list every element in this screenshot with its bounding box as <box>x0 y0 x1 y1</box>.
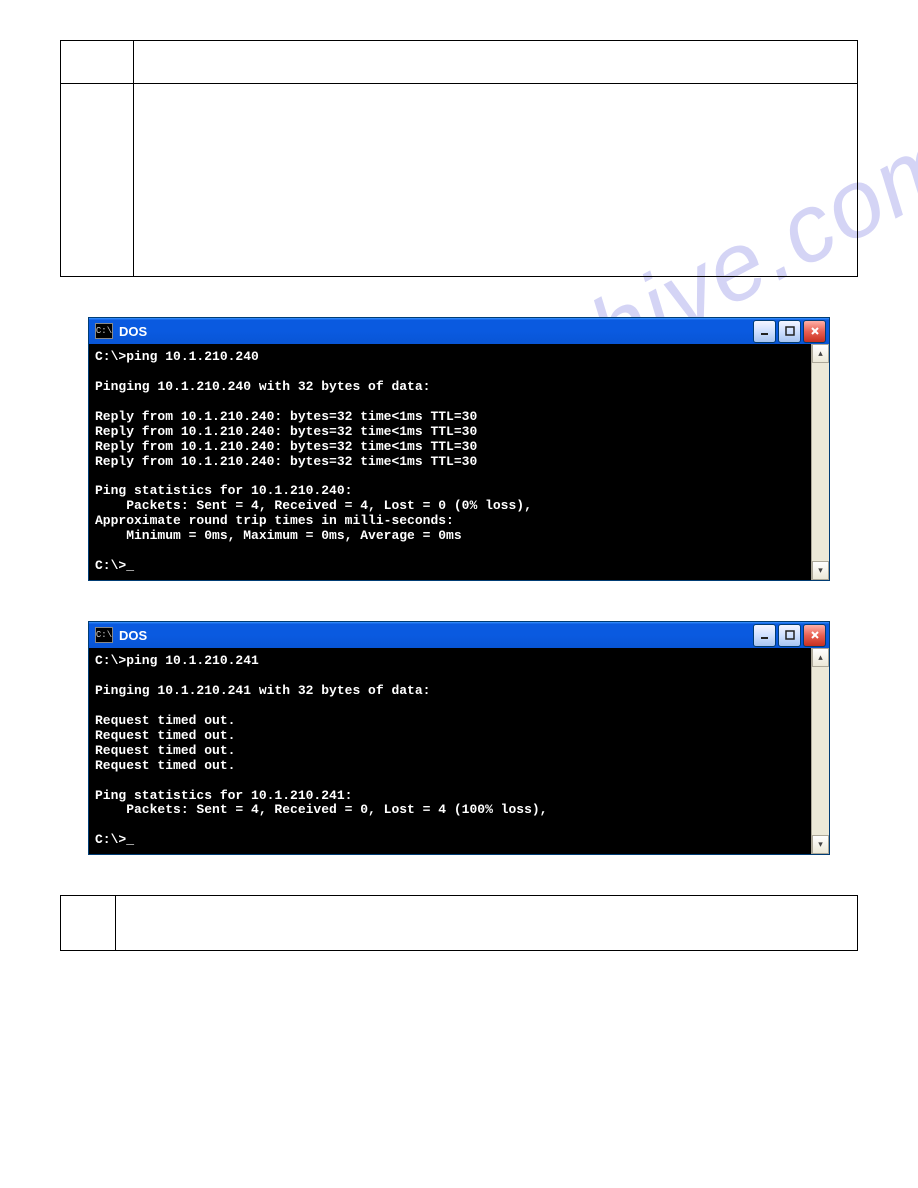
window-title: DOS <box>119 628 147 643</box>
close-button[interactable] <box>803 624 826 647</box>
cmd-icon: C:\ <box>95 323 113 339</box>
scroll-up-button[interactable]: ▴ <box>812 648 829 667</box>
minimize-button[interactable] <box>753 624 776 647</box>
window-title: DOS <box>119 324 147 339</box>
scroll-down-button[interactable]: ▾ <box>812 561 829 580</box>
cmd-icon: C:\ <box>95 627 113 643</box>
close-button[interactable] <box>803 320 826 343</box>
console-output[interactable]: C:\>ping 10.1.210.240 Pinging 10.1.210.2… <box>89 344 811 580</box>
blank-table-top <box>60 40 858 277</box>
titlebar[interactable]: C:\ DOS <box>89 622 829 648</box>
scroll-up-button[interactable]: ▴ <box>812 344 829 363</box>
scrollbar[interactable]: ▴ ▾ <box>811 344 829 580</box>
minimize-button[interactable] <box>753 320 776 343</box>
maximize-button[interactable] <box>778 320 801 343</box>
titlebar[interactable]: C:\ DOS <box>89 318 829 344</box>
blank-table-bottom <box>60 895 858 951</box>
scroll-down-button[interactable]: ▾ <box>812 835 829 854</box>
dos-window-timeout: C:\ DOS C:\>ping 10.1.210.241 Pinging 10… <box>88 621 830 855</box>
maximize-button[interactable] <box>778 624 801 647</box>
console-output[interactable]: C:\>ping 10.1.210.241 Pinging 10.1.210.2… <box>89 648 811 854</box>
dos-window-success: C:\ DOS C:\>ping 10.1.210.240 Pinging 10… <box>88 317 830 581</box>
scrollbar[interactable]: ▴ ▾ <box>811 648 829 854</box>
